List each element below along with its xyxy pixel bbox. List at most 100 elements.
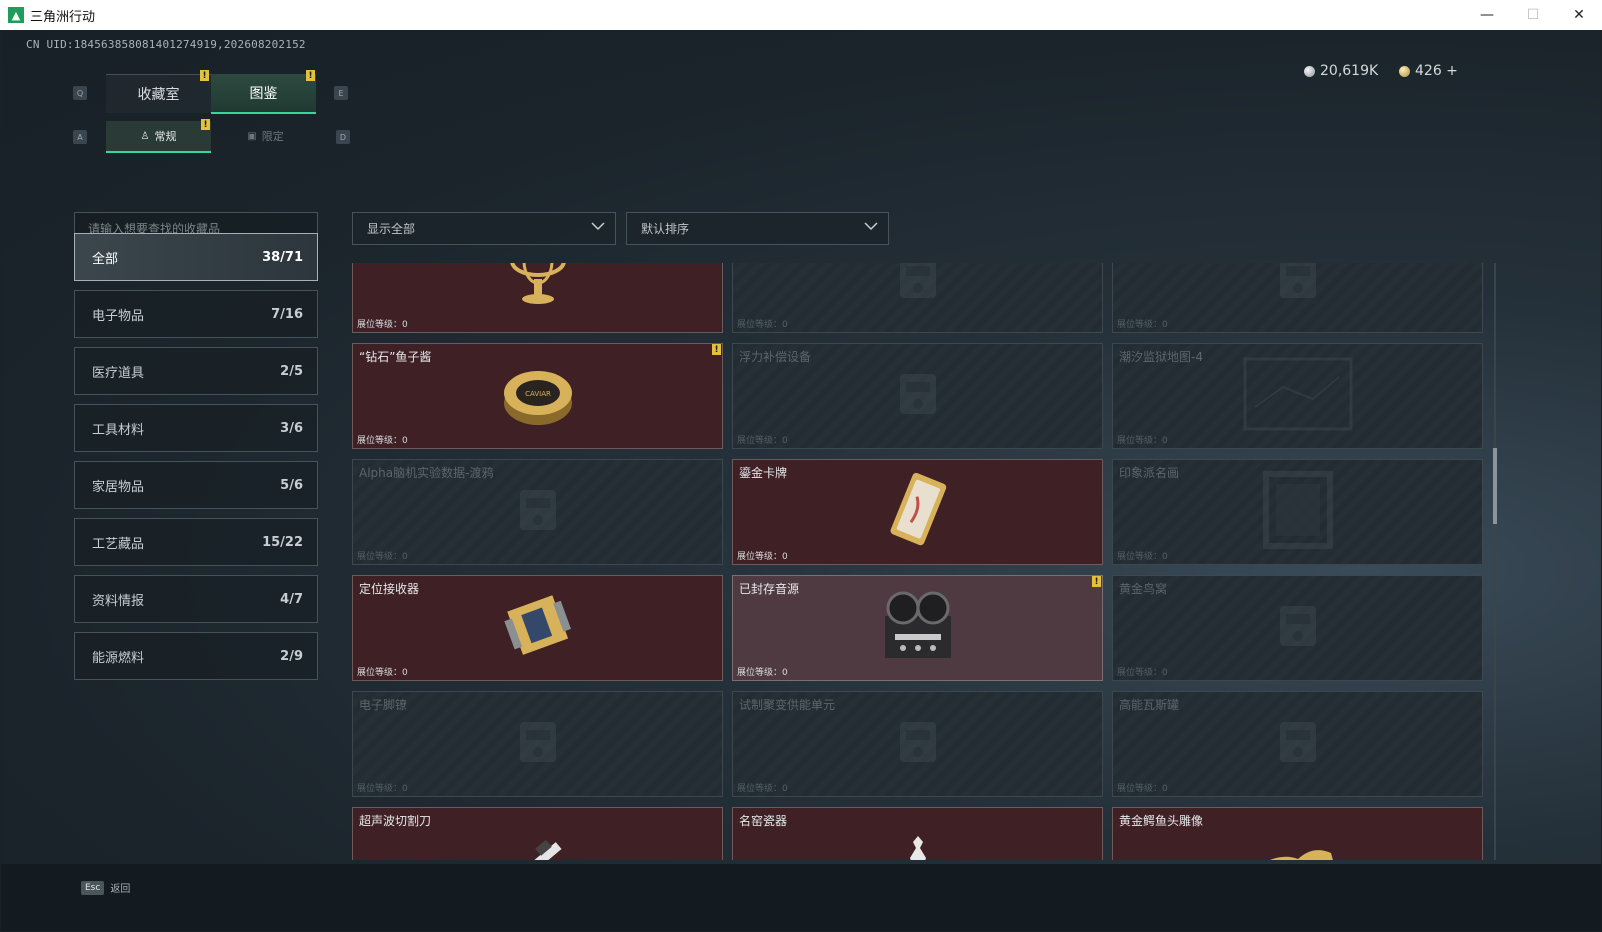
category-label: 工艺藏品 — [92, 536, 145, 552]
collectible-card[interactable]: Alpha脑机实验数据-渡鸦 展位等级：0 — [352, 459, 723, 565]
esc-key: Esc — [81, 880, 105, 895]
collectible-name: 定位接收器 — [359, 582, 420, 596]
map-icon — [1243, 357, 1353, 435]
filter-dropdown[interactable]: 显示全部 — [352, 212, 616, 245]
collectible-name: 高能瓦斯罐 — [1119, 698, 1180, 712]
scrollbar-track[interactable] — [1494, 263, 1496, 860]
close-button[interactable]: ✕ — [1556, 0, 1602, 30]
category-count: 15/22 — [262, 534, 303, 550]
booth-level-label: 展位等级：0 — [357, 320, 408, 330]
premium-amount: 426 + — [1415, 63, 1458, 79]
collectible-card[interactable]: 电子脚镣展位等级：0 — [352, 691, 723, 797]
category-item[interactable]: 工艺藏品 15/22 — [74, 518, 318, 566]
collectible-card[interactable]: 展位等级：0 — [1112, 263, 1483, 333]
category-label: 资料情报 — [92, 593, 145, 609]
collectible-card[interactable]: 定位接收器展位等级：0 — [352, 575, 723, 681]
sort-dropdown-label: 默认排序 — [641, 222, 690, 236]
porcelain-icon — [893, 828, 943, 860]
ankle-monitor-icon — [506, 710, 570, 778]
booth-level-label: 展位等级：0 — [1117, 668, 1168, 678]
sort-dropdown[interactable]: 默认排序 — [626, 212, 889, 245]
category-item[interactable]: 家居物品 5/6 — [74, 461, 318, 509]
new-badge: ! — [712, 344, 721, 355]
tab-codex[interactable]: 图鉴 — [211, 74, 316, 114]
collectible-card[interactable]: 已封存音源 展位等级：0! — [732, 575, 1103, 681]
chevron-down-icon — [864, 222, 878, 231]
game-screen: CN UID:1845638580814012749​19,2026082021… — [1, 30, 1601, 931]
back-button[interactable]: Esc 返回 — [81, 880, 130, 895]
collectible-card[interactable]: 试制聚变供能单元展位等级：0 — [732, 691, 1103, 797]
category-item[interactable]: 工具材料 3/6 — [74, 404, 318, 452]
gold-coin-icon — [1399, 65, 1410, 77]
key-hint-q: Q — [73, 86, 87, 100]
scrollbar-thumb[interactable] — [1493, 448, 1497, 524]
category-item[interactable]: 资料情报 4/7 — [74, 575, 318, 623]
collectible-card[interactable]: 潮汐监狱地图-4 展位等级：0 — [1112, 343, 1483, 449]
category-item[interactable]: 全部 38/71 — [74, 233, 318, 281]
chevron-down-icon — [591, 222, 605, 231]
booth-level-label: 展位等级：0 — [737, 436, 788, 446]
booth-level-label: 展位等级：0 — [357, 668, 408, 678]
collectible-name: “钻石”鱼子酱 — [359, 350, 432, 364]
collectible-card[interactable]: 超声波切割刀展位等级：0 — [352, 807, 723, 860]
collectible-card[interactable]: 印象派名画 展位等级：0 — [1112, 459, 1483, 565]
subtab-limited[interactable]: ▣ 限定 — [213, 121, 318, 151]
booth-level-label: 展位等级：0 — [737, 784, 788, 794]
booth-level-label: 展位等级：0 — [1117, 552, 1168, 562]
category-item[interactable]: 电子物品 7/16 — [74, 290, 318, 338]
chess-icon — [886, 263, 950, 314]
collectible-card[interactable]: CAVIAR “钻石”鱼子酱展位等级：0! — [352, 343, 723, 449]
booth-level-label: 展位等级：0 — [357, 784, 408, 794]
collectible-card[interactable]: 展位等级：0 — [732, 263, 1103, 333]
collectible-name: 鎏金卡牌 — [739, 466, 788, 480]
minimize-button[interactable]: — — [1464, 0, 1510, 30]
bottom-bar — [1, 864, 1601, 931]
collection-grid: 展位等级：0 展位等级：0 展位等级：0 CAVIAR “钻石”鱼子酱 展位等级：0! 浮力… — [352, 263, 1486, 860]
collectible-name: 黄金鳄鱼头雕像 — [1119, 814, 1204, 828]
ultrasonic-blade-icon — [503, 828, 573, 860]
category-count: 5/6 — [280, 477, 303, 493]
tape-recorder-icon — [875, 586, 961, 670]
subtab-regular[interactable]: ♙ 常规 — [106, 121, 211, 153]
coin-amount: 20,619K — [1320, 63, 1379, 79]
currency-premium[interactable]: 426 + — [1399, 63, 1458, 79]
subtab-limited-label: 限定 — [261, 130, 284, 143]
fusion-cell-icon — [886, 710, 950, 778]
back-label: 返回 — [110, 884, 131, 895]
category-item[interactable]: 医疗道具 2/5 — [74, 347, 318, 395]
caviar-tin-icon: CAVIAR — [500, 359, 576, 433]
key-hint-d: D — [336, 130, 350, 144]
collectible-card[interactable]: 高能瓦斯罐 展位等级：0 — [1112, 691, 1483, 797]
machine-icon — [1266, 263, 1330, 314]
collectible-card[interactable]: 黄金鳄鱼头雕像展位等级：0 — [1112, 807, 1483, 860]
collectible-name: 电子脚镣 — [359, 698, 408, 712]
category-label: 全部 — [92, 251, 119, 267]
collectible-card[interactable]: 黄金鸟窝 展位等级：0 — [1112, 575, 1483, 681]
category-count: 4/7 — [280, 591, 303, 607]
category-label: 能源燃料 — [92, 650, 145, 666]
window-title: 三角洲行动 — [30, 9, 96, 25]
uid-label: CN UID:1845638580814012749​19,2026082021… — [26, 38, 306, 51]
gilded-card-icon — [876, 468, 960, 556]
gps-receiver-icon — [496, 586, 580, 670]
collectible-name: 试制聚变供能单元 — [739, 698, 836, 712]
maximize-button[interactable]: ☐ — [1510, 0, 1556, 30]
svg-text:CAVIAR: CAVIAR — [525, 390, 551, 398]
collectible-card[interactable]: 展位等级：0 — [352, 263, 723, 333]
booth-level-label: 展位等级：0 — [357, 436, 408, 446]
subtab-regular-label: 常规 — [154, 130, 177, 143]
category-count: 7/16 — [271, 306, 303, 322]
tab-collection-room[interactable]: 收藏室 — [106, 74, 211, 113]
collectible-card[interactable]: 鎏金卡牌 展位等级：0 — [732, 459, 1103, 565]
notification-badge: ! — [306, 70, 315, 81]
booth-level-label: 展位等级：0 — [1117, 436, 1168, 446]
collectible-card[interactable]: 名窑瓷器展位等级：0 — [732, 807, 1103, 860]
booth-level-label: 展位等级：0 — [737, 668, 788, 678]
category-label: 家居物品 — [92, 479, 145, 495]
collectible-name: 超声波切割刀 — [359, 814, 432, 828]
category-count: 2/5 — [280, 363, 303, 379]
category-item[interactable]: 能源燃料 2/9 — [74, 632, 318, 680]
window-titlebar: ▲ 三角洲行动 — ☐ ✕ — [0, 0, 1602, 30]
collectible-card[interactable]: 浮力补偿设备 展位等级：0 — [732, 343, 1103, 449]
gold-croc-icon — [1253, 823, 1343, 860]
